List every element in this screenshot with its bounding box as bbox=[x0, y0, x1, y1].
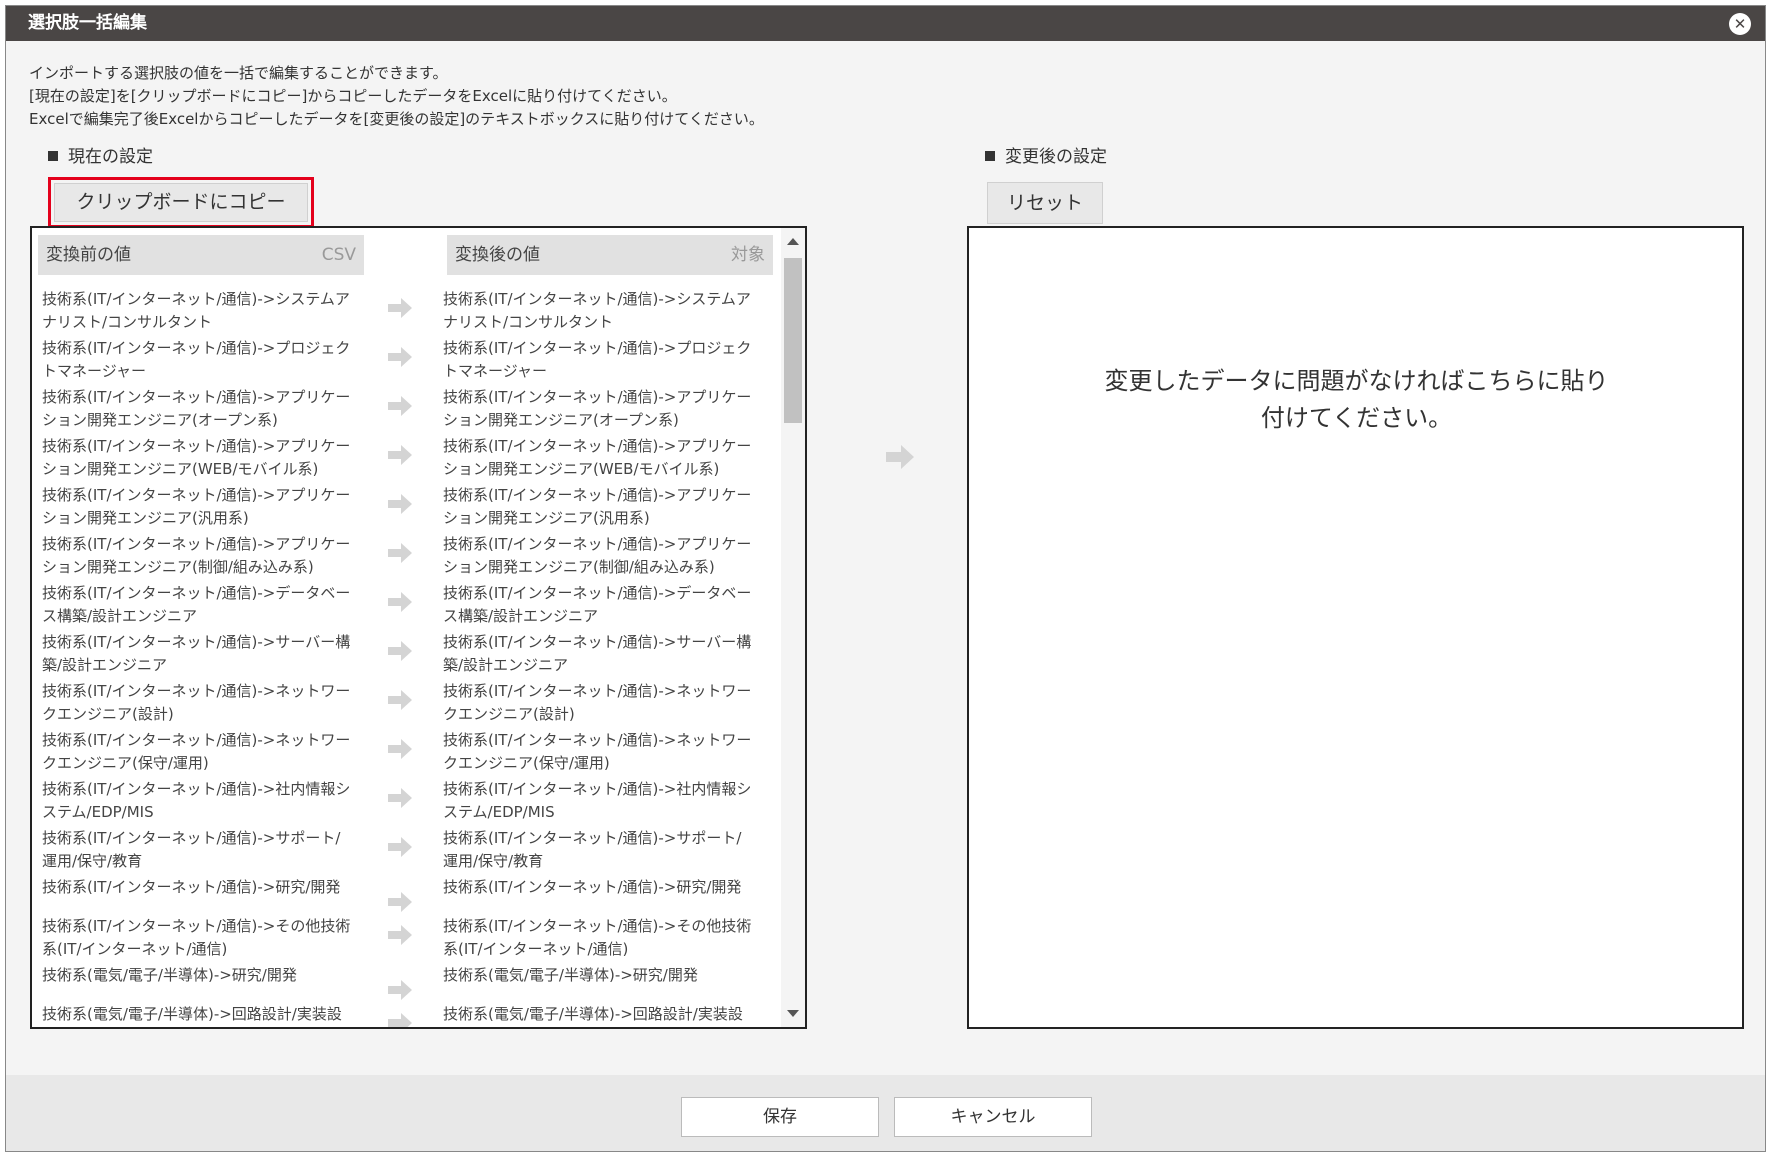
save-button[interactable]: 保存 bbox=[681, 1097, 879, 1137]
arrow-right-icon bbox=[388, 1013, 412, 1027]
before-value: 技術系(電気/電子/半導体)->回路設計/実装設 bbox=[42, 1005, 342, 1023]
before-value: 技術系(IT/インターネット/通信)->ネットワー クエンジニア(保守/運用) bbox=[42, 731, 351, 772]
before-value: 技術系(IT/インターネット/通信)->アプリケー ション開発エンジニア(オープン… bbox=[42, 388, 351, 429]
arrow-right-icon bbox=[388, 494, 412, 514]
paste-placeholder: 変更したデータに問題がなければこちらに貼り 付けてください。 bbox=[1104, 367, 1609, 432]
arrow-right-icon bbox=[388, 396, 412, 416]
copy-to-clipboard-button[interactable]: クリップボードにコピー bbox=[54, 183, 308, 222]
arrow-right-icon bbox=[388, 980, 412, 1000]
value-row: 技術系(IT/インターネット/通信)->研究/開発 技術系(IT/インターネット/… bbox=[32, 876, 782, 915]
dialog-titlebar: 選択肢一括編集 ✕ bbox=[6, 6, 1765, 41]
scroll-down-icon[interactable] bbox=[787, 1010, 799, 1017]
after-value: 技術系(電気/電子/半導体)->回路設計/実装設 bbox=[443, 1005, 743, 1023]
arrow-right-icon bbox=[388, 445, 412, 465]
arrow-right-icon bbox=[388, 925, 412, 945]
after-value: 技術系(IT/インターネット/通信)->データベー ス構築/設計エンジニア bbox=[443, 584, 752, 625]
before-value: 技術系(IT/インターネット/通信)->プロジェク トマネージャー bbox=[42, 339, 351, 380]
scroll-up-icon[interactable] bbox=[787, 238, 799, 245]
after-value: 技術系(IT/インターネット/通信)->その他技術 系(IT/インターネット/通信… bbox=[443, 917, 752, 958]
before-value: 技術系(IT/インターネット/通信)->サポート/運用/保守/教育 bbox=[42, 829, 341, 870]
value-row: 技術系(IT/インターネット/通信)->アプリケー ション開発エンジニア(WEB/… bbox=[32, 435, 782, 484]
arrow-right-icon bbox=[388, 347, 412, 367]
description: インポートする選択肢の値を一括で編集することができます。 [現在の設定]を[クリ… bbox=[29, 62, 764, 131]
copy-button-highlight: クリップボードにコピー bbox=[48, 177, 314, 228]
current-settings-label: 現在の設定 bbox=[48, 142, 153, 167]
after-value: 技術系(IT/インターネット/通信)->サーバー構 築/設計エンジニア bbox=[443, 633, 752, 674]
scroll-thumb[interactable] bbox=[784, 258, 802, 423]
value-row: 技術系(IT/インターネット/通信)->ネットワー クエンジニア(保守/運用) 技術… bbox=[32, 729, 782, 778]
arrow-right-icon bbox=[388, 641, 412, 661]
value-row: 技術系(IT/インターネット/通信)->アプリケー ション開発エンジニア(オープン… bbox=[32, 386, 782, 435]
after-value: 技術系(IT/インターネット/通信)->システムア ナリスト/コンサルタント bbox=[443, 290, 751, 331]
arrow-right-icon bbox=[388, 690, 412, 710]
before-value: 技術系(IT/インターネット/通信)->アプリケー ション開発エンジニア(WEB/… bbox=[42, 437, 351, 478]
target-tag: 対象 bbox=[731, 245, 765, 265]
value-row: 技術系(IT/インターネット/通信)->ネットワー クエンジニア(設計) 技術系(I… bbox=[32, 680, 782, 729]
arrow-right-icon bbox=[388, 298, 412, 318]
after-value: 技術系(IT/インターネット/通信)->アプリケー ション開発エンジニア(制御/組… bbox=[443, 535, 752, 576]
arrow-right-icon bbox=[886, 445, 914, 469]
dialog-footer: 保存 キャンセル bbox=[6, 1075, 1765, 1151]
description-line: Excelで編集完了後Excelからコピーしたデータを[変更後の設定]のテキスト… bbox=[29, 110, 764, 128]
changed-settings-textarea[interactable]: 変更したデータに問題がなければこちらに貼り 付けてください。 bbox=[967, 226, 1744, 1029]
value-row: 技術系(IT/インターネット/通信)->データベー ス構築/設計エンジニア 技術系(… bbox=[32, 582, 782, 631]
after-value: 技術系(IT/インターネット/通信)->アプリケー ション開発エンジニア(オープン… bbox=[443, 388, 752, 429]
value-row: 技術系(IT/インターネット/通信)->その他技術 系(IT/インターネット/通信… bbox=[32, 915, 782, 964]
reset-button[interactable]: リセット bbox=[987, 182, 1103, 224]
close-icon[interactable]: ✕ bbox=[1729, 13, 1751, 35]
bulk-edit-dialog: 選択肢一括編集 ✕ インポートする選択肢の値を一括で編集することができます。 [… bbox=[5, 5, 1766, 1152]
before-value: 技術系(IT/インターネット/通信)->データベー ス構築/設計エンジニア bbox=[42, 584, 351, 625]
arrow-right-icon bbox=[388, 739, 412, 759]
value-row: 技術系(IT/インターネット/通信)->システムア ナリスト/コンサルタント 技術系… bbox=[32, 288, 782, 337]
before-value: 技術系(IT/インターネット/通信)->アプリケー ション開発エンジニア(制御/組… bbox=[42, 535, 351, 576]
arrow-right-icon bbox=[388, 892, 412, 912]
after-value: 技術系(IT/インターネット/通信)->アプリケー ション開発エンジニア(汎用系) bbox=[443, 486, 752, 527]
after-value: 技術系(IT/インターネット/通信)->プロジェク トマネージャー bbox=[443, 339, 752, 380]
after-value: 技術系(IT/インターネット/通信)->ネットワー クエンジニア(設計) bbox=[443, 682, 752, 723]
before-value: 技術系(IT/インターネット/通信)->その他技術 系(IT/インターネット/通信… bbox=[42, 917, 351, 958]
before-value: 技術系(IT/インターネット/通信)->研究/開発 bbox=[42, 878, 341, 896]
value-row: 技術系(IT/インターネット/通信)->サポート/運用/保守/教育 技術系(IT/… bbox=[32, 827, 782, 876]
description-line: [現在の設定]を[クリップボードにコピー]からコピーしたデータをExcelに貼り… bbox=[29, 87, 677, 105]
square-bullet-icon bbox=[985, 151, 995, 161]
before-value: 技術系(IT/インターネット/通信)->社内情報シ ステム/EDP/MIS bbox=[42, 780, 351, 821]
value-row: 技術系(電気/電子/半導体)->研究/開発 技術系(電気/電子/半導体)->研究/… bbox=[32, 964, 782, 1003]
description-line: インポートする選択肢の値を一括で編集することができます。 bbox=[29, 64, 448, 82]
current-values-list[interactable]: 変換前の値 CSV 変換後の値 対象 技術系(IT/インターネット/通信)->シ… bbox=[30, 226, 807, 1029]
before-value: 技術系(IT/インターネット/通信)->ネットワー クエンジニア(設計) bbox=[42, 682, 351, 723]
after-value: 技術系(IT/インターネット/通信)->サポート/運用/保守/教育 bbox=[443, 829, 742, 870]
after-value: 技術系(IT/インターネット/通信)->社内情報シ ステム/EDP/MIS bbox=[443, 780, 752, 821]
arrow-right-icon bbox=[388, 592, 412, 612]
value-row: 技術系(IT/インターネット/通信)->アプリケー ション開発エンジニア(制御/組… bbox=[32, 533, 782, 582]
value-row: 技術系(IT/インターネット/通信)->社内情報シ ステム/EDP/MIS 技術系(… bbox=[32, 778, 782, 827]
before-value: 技術系(IT/インターネット/通信)->サーバー構 築/設計エンジニア bbox=[42, 633, 351, 674]
scrollbar[interactable] bbox=[781, 228, 805, 1027]
value-row: 技術系(電気/電子/半導体)->回路設計/実装設 技術系(電気/電子/半導体)->… bbox=[32, 1003, 782, 1027]
arrow-right-icon bbox=[388, 788, 412, 808]
after-value: 技術系(電気/電子/半導体)->研究/開発 bbox=[443, 966, 698, 984]
before-value: 技術系(電気/電子/半導体)->研究/開発 bbox=[42, 966, 297, 984]
value-row: 技術系(IT/インターネット/通信)->サーバー構 築/設計エンジニア 技術系(IT… bbox=[32, 631, 782, 680]
csv-tag: CSV bbox=[321, 245, 356, 265]
after-value: 技術系(IT/インターネット/通信)->アプリケー ション開発エンジニア(WEB/… bbox=[443, 437, 752, 478]
cancel-button[interactable]: キャンセル bbox=[894, 1097, 1092, 1137]
arrow-right-icon bbox=[388, 543, 412, 563]
value-row: 技術系(IT/インターネット/通信)->プロジェク トマネージャー 技術系(IT/イ… bbox=[32, 337, 782, 386]
after-value-header: 変換後の値 対象 bbox=[447, 235, 773, 275]
arrow-right-icon bbox=[388, 837, 412, 857]
before-value: 技術系(IT/インターネット/通信)->アプリケー ション開発エンジニア(汎用系) bbox=[42, 486, 351, 527]
after-value: 技術系(IT/インターネット/通信)->研究/開発 bbox=[443, 878, 742, 896]
changed-settings-label: 変更後の設定 bbox=[985, 142, 1107, 167]
before-value-header: 変換前の値 CSV bbox=[38, 235, 364, 275]
value-row: 技術系(IT/インターネット/通信)->アプリケー ション開発エンジニア(汎用系)… bbox=[32, 484, 782, 533]
before-value: 技術系(IT/インターネット/通信)->システムア ナリスト/コンサルタント bbox=[42, 290, 350, 331]
value-rows: 技術系(IT/インターネット/通信)->システムア ナリスト/コンサルタント 技術系… bbox=[32, 288, 782, 1027]
square-bullet-icon bbox=[48, 151, 58, 161]
after-value: 技術系(IT/インターネット/通信)->ネットワー クエンジニア(保守/運用) bbox=[443, 731, 752, 772]
dialog-title: 選択肢一括編集 bbox=[28, 13, 147, 33]
